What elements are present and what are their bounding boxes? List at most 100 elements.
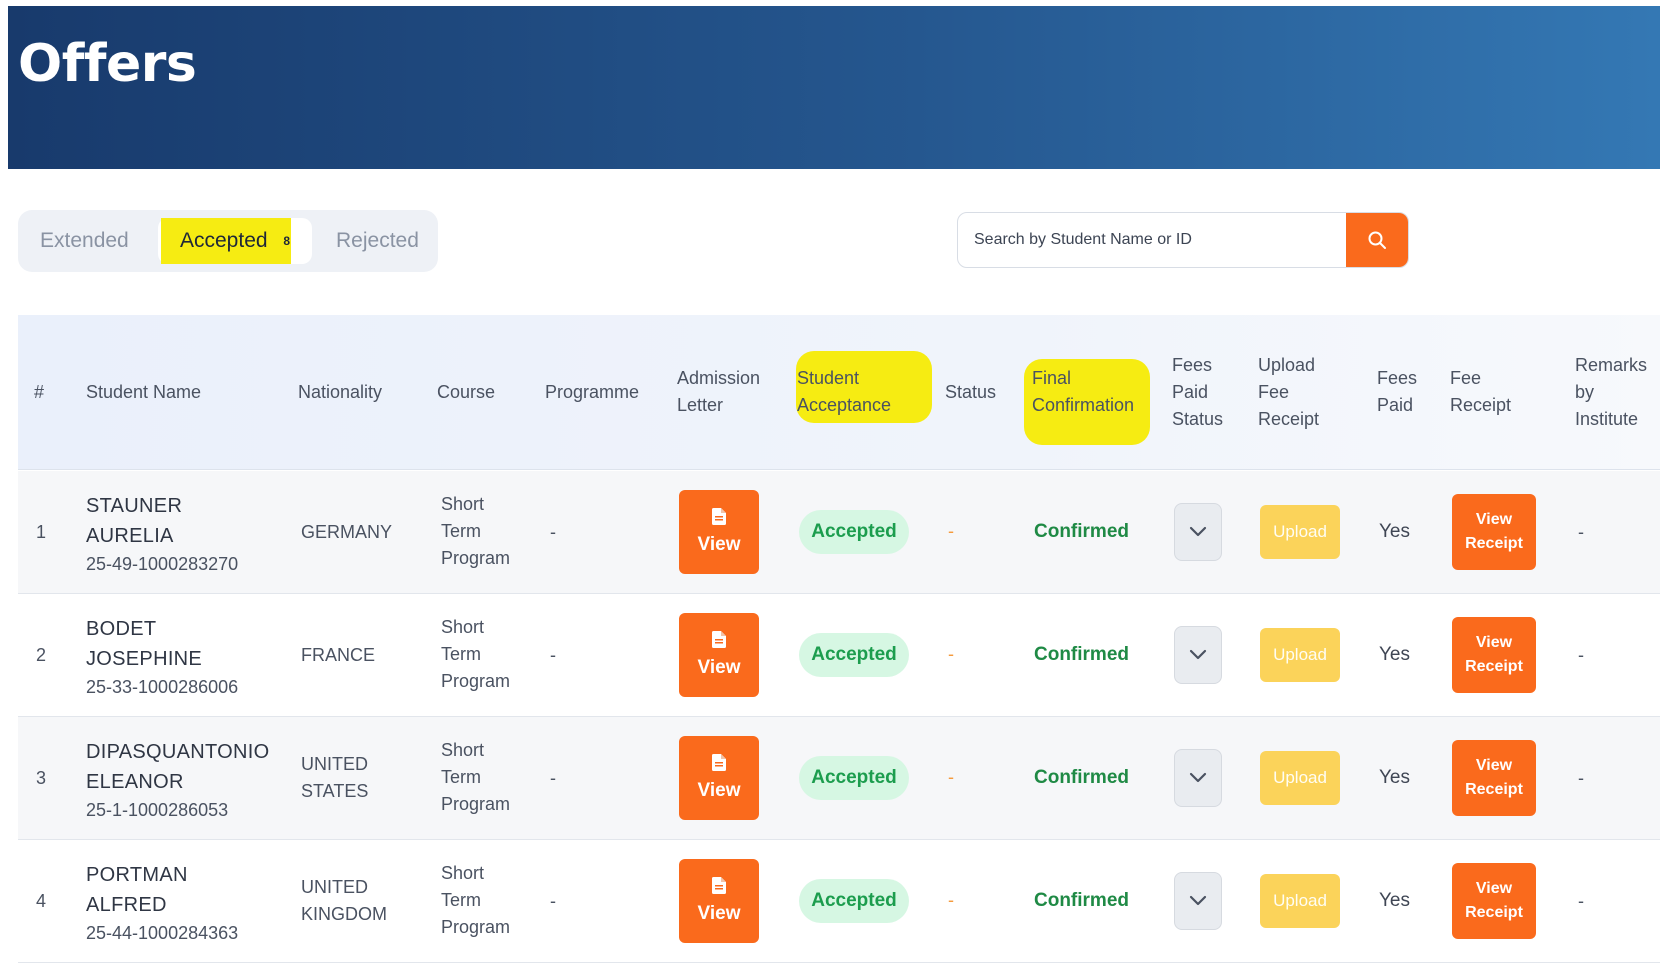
header-col-fees-paid-status: Fees Paid Status: [1172, 352, 1223, 433]
upload-fee-receipt-button[interactable]: Upload: [1260, 505, 1340, 559]
student-name-cell: STAUNER AURELIA 25-49-1000283270: [86, 491, 238, 578]
student-id: 25-44-1000284363: [86, 923, 239, 943]
student-id: 25-1-1000286053: [86, 800, 229, 820]
document-icon: [712, 877, 726, 894]
course-line: Term: [441, 767, 481, 787]
view-receipt-label: View: [1475, 757, 1513, 774]
view-admission-letter-button[interactable]: View: [679, 613, 759, 697]
row-number: 2: [36, 645, 47, 665]
header-label-line: Paid: [1377, 395, 1414, 415]
header-label-line: Fees: [1377, 368, 1418, 388]
remarks-value: -: [1578, 891, 1584, 911]
final-confirmation-value: Confirmed: [1034, 890, 1129, 911]
header-label-line: Institute: [1575, 409, 1639, 429]
status-value: -: [948, 644, 954, 664]
header-label-line: Status: [1172, 409, 1224, 429]
nationality-line: KINGDOM: [301, 904, 388, 924]
fees-paid-status-dropdown[interactable]: [1174, 503, 1222, 561]
nationality-line: GERMANY: [301, 522, 393, 542]
course-line: Short: [441, 617, 485, 637]
view-fee-receipt-button[interactable]: View Receipt: [1452, 494, 1536, 570]
search-box: [957, 212, 1409, 268]
view-label: View: [697, 780, 741, 801]
view-fee-receipt-button[interactable]: View Receipt: [1452, 740, 1536, 816]
course-cell: Short Term Program: [441, 860, 510, 941]
tab-extended-label: Extended: [40, 229, 129, 252]
header-label-line: Final: [1032, 368, 1072, 388]
header-col-student-name: Student Name: [86, 379, 201, 406]
table-row: 4 PORTMAN ALFRED 25-44-1000284363 UNITED KING…: [18, 840, 1660, 963]
course-line: Program: [441, 917, 511, 937]
table-row: 3 DIPASQUANTONIO ELEANOR 25-1-1000286053 UNI…: [18, 717, 1660, 840]
student-name-cell: DIPASQUANTONIO ELEANOR 25-1-1000286053: [86, 737, 270, 824]
view-admission-letter-button[interactable]: View: [679, 736, 759, 820]
header-label-line: Fee: [1450, 368, 1482, 388]
header-label-line: Paid: [1172, 382, 1209, 402]
fees-paid-value: Yes: [1379, 521, 1410, 542]
student-name-line: ELEANOR: [86, 771, 184, 793]
view-fee-receipt-button[interactable]: View Receipt: [1452, 863, 1536, 939]
fees-paid-status-dropdown[interactable]: [1174, 872, 1222, 930]
table-row: 2 BODET JOSEPHINE 25-33-1000286006 FRANCE Sho…: [18, 594, 1660, 717]
header-label-line: Acceptance: [797, 395, 892, 415]
view-fee-receipt-button[interactable]: View Receipt: [1452, 617, 1536, 693]
student-name-line: JOSEPHINE: [86, 648, 203, 670]
final-confirmation-value: Confirmed: [1034, 644, 1129, 665]
student-name-line: STAUNER: [86, 495, 183, 517]
search-input[interactable]: [958, 213, 1346, 267]
remarks-value: -: [1578, 522, 1584, 542]
programme-value: -: [550, 522, 556, 542]
tab-rejected[interactable]: Rejected: [314, 218, 441, 264]
view-receipt-label: View: [1475, 634, 1513, 651]
upload-fee-receipt-button[interactable]: Upload: [1260, 874, 1340, 928]
acceptance-status-badge: Accepted: [799, 633, 909, 677]
fees-paid-status-dropdown[interactable]: [1174, 626, 1222, 684]
tab-accepted-label: Accepted: [180, 229, 268, 252]
view-receipt-label: View: [1475, 880, 1513, 897]
programme-value: -: [550, 645, 556, 665]
upload-fee-receipt-button[interactable]: Upload: [1260, 628, 1340, 682]
header-label-line: Student Name: [86, 382, 202, 402]
course-line: Program: [441, 794, 511, 814]
acceptance-status-badge: Accepted: [799, 756, 909, 800]
document-icon-wrap: [712, 877, 726, 900]
student-name-cell: BODET JOSEPHINE 25-33-1000286006: [86, 614, 238, 701]
header-col-final-confirmation: Final Confirmation: [1032, 365, 1134, 419]
view-admission-letter-button[interactable]: View: [679, 490, 759, 574]
nationality-line: FRANCE: [301, 645, 376, 665]
course-cell: Short Term Program: [441, 737, 510, 818]
programme-value: -: [550, 891, 556, 911]
header-label-line: Status: [945, 382, 997, 402]
header-col-status: Status: [945, 379, 996, 406]
fees-paid-value: Yes: [1379, 767, 1410, 788]
upload-fee-receipt-button[interactable]: Upload: [1260, 751, 1340, 805]
header-col-course: Course: [437, 379, 495, 406]
page-title: Offers: [18, 34, 197, 94]
student-name-line: BODET: [86, 618, 157, 640]
tab-accepted[interactable]: Accepted 8: [158, 218, 313, 264]
fees-paid-status-dropdown[interactable]: [1174, 749, 1222, 807]
offer-tabs: Extended Accepted 8 Rejected: [18, 210, 438, 272]
table-row: 1 STAUNER AURELIA 25-49-1000283270 GERMANY Sh…: [18, 471, 1660, 594]
document-icon-wrap: [712, 508, 726, 531]
course-line: Program: [441, 671, 511, 691]
tab-extended[interactable]: Extended: [18, 218, 151, 264]
header-label-line: Nationality: [298, 382, 383, 402]
student-name-line: DIPASQUANTONIO: [86, 741, 270, 763]
fees-paid-value: Yes: [1379, 890, 1410, 911]
status-value: -: [948, 521, 954, 541]
document-icon-wrap: [712, 631, 726, 654]
chevron-down-icon: [1189, 649, 1207, 660]
nationality-line: UNITED: [301, 754, 368, 774]
course-line: Term: [441, 521, 481, 541]
remarks-value: -: [1578, 645, 1584, 665]
search-button[interactable]: [1346, 213, 1408, 267]
student-name-line: ALFRED: [86, 894, 167, 916]
search-icon: [1368, 231, 1386, 249]
header-col-remarks: Remarks by Institute: [1575, 352, 1647, 433]
view-admission-letter-button[interactable]: View: [679, 859, 759, 943]
header-label-line: Confirmation: [1032, 395, 1135, 415]
table-header: # Student Name Nationality Course Programme A…: [18, 315, 1660, 470]
programme-value: -: [550, 768, 556, 788]
course-line: Short: [441, 863, 485, 883]
